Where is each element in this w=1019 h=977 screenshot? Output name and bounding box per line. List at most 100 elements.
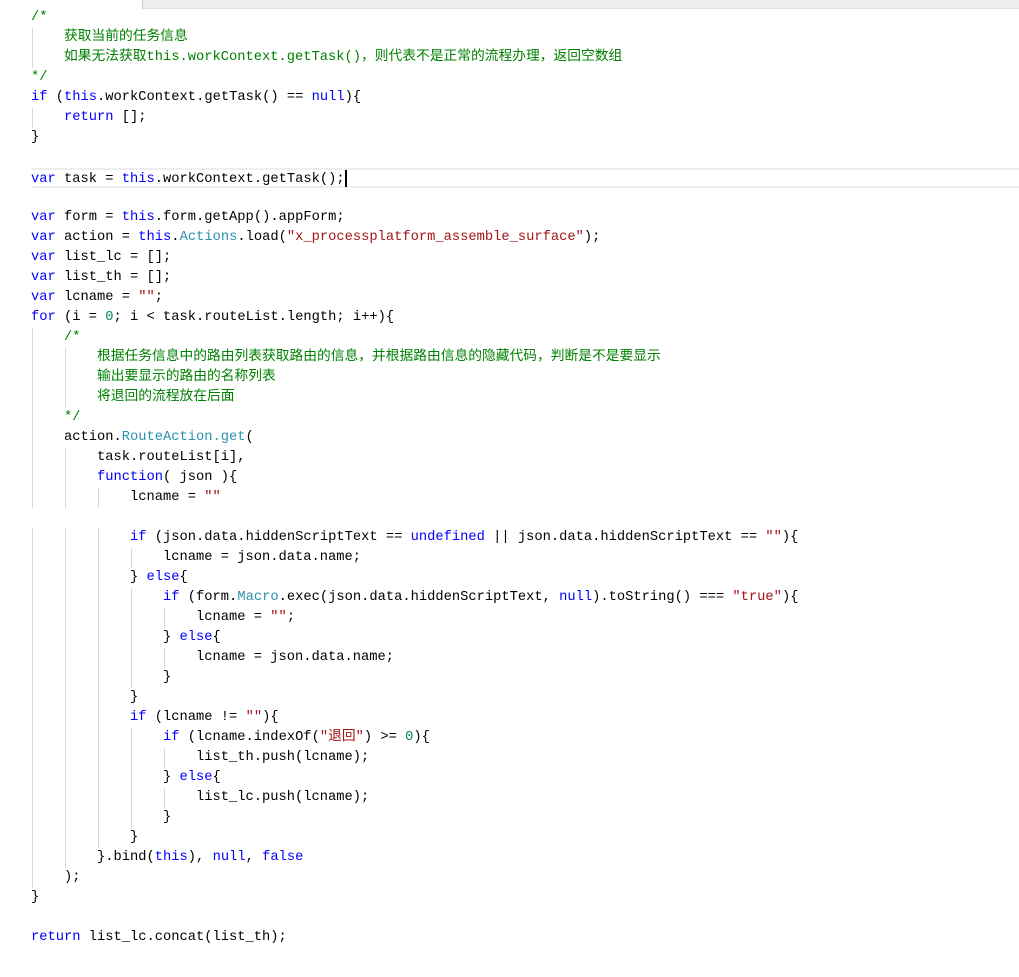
indent-guide <box>65 468 66 488</box>
indent-guide <box>164 788 165 808</box>
code-token: this <box>154 850 188 865</box>
code-line[interactable]: var form = this.form.getApp().appForm; <box>31 208 345 228</box>
code-token: list_lc.push(lcname); <box>31 790 370 805</box>
indent-guide <box>65 368 66 388</box>
indent-guide <box>98 768 99 788</box>
code-line[interactable]: 如果无法获取this.workContext.getTask()，则代表不是正常… <box>31 48 622 68</box>
code-token: */ <box>31 410 81 425</box>
code-line[interactable]: } else{ <box>31 568 188 588</box>
code-line[interactable]: var task = this.workContext.getTask(); <box>31 168 1019 188</box>
code-line[interactable]: */ <box>31 68 48 88</box>
code-token: 根据任务信息中的路由列表获取路由的信息，并根据路由信息的隐藏代码，判断是不是要显… <box>31 350 661 365</box>
indent-guide <box>98 648 99 668</box>
indent-guide <box>98 628 99 648</box>
code-token: "x_processplatform_assemble_surface" <box>286 230 584 245</box>
code-line[interactable]: } <box>31 888 39 908</box>
code-token: (i = <box>55 310 106 325</box>
code-line[interactable]: var action = this.Actions.load("x_proces… <box>31 228 600 248</box>
code-line[interactable]: } <box>31 688 138 708</box>
code-line[interactable]: list_th.push(lcname); <box>31 748 369 768</box>
code-token: if <box>130 710 147 725</box>
code-line[interactable]: if (lcname != ""){ <box>31 708 279 728</box>
code-line[interactable]: }.bind(this), null, false <box>31 848 303 868</box>
code-token: ){ <box>781 590 799 605</box>
indent-guide <box>131 648 132 668</box>
code-line[interactable]: return list_lc.concat(list_th); <box>31 928 287 948</box>
code-line[interactable]: ); <box>31 868 81 888</box>
code-line[interactable]: if (form.Macro.exec(json.data.hiddenScri… <box>31 588 798 608</box>
code-line[interactable]: lcname = "" <box>31 488 221 508</box>
code-line[interactable]: } <box>31 128 39 148</box>
indent-guide <box>65 848 66 868</box>
code-line[interactable]: 根据任务信息中的路由列表获取路由的信息，并根据路由信息的隐藏代码，判断是不是要显… <box>31 348 661 368</box>
code-token: lcname = json.data.name; <box>31 550 362 565</box>
indent-guide <box>65 488 66 508</box>
code-token: "" <box>138 290 155 305</box>
indent-guide <box>131 728 132 748</box>
text-cursor <box>344 170 347 187</box>
code-token: "退回" <box>319 730 364 745</box>
indent-guide <box>32 528 33 548</box>
indent-guide <box>65 748 66 768</box>
code-line[interactable]: var list_lc = []; <box>31 248 171 268</box>
code-line[interactable]: /* <box>31 8 48 28</box>
indent-guide <box>98 528 99 548</box>
code-line[interactable]: return []; <box>31 108 147 128</box>
code-line[interactable]: } else{ <box>31 628 221 648</box>
code-line[interactable]: if (json.data.hiddenScriptText == undefi… <box>31 528 798 548</box>
code-token: for <box>31 310 56 325</box>
code-line[interactable]: if (lcname.indexOf("退回") >= 0){ <box>31 728 430 748</box>
code-line[interactable]: function( json ){ <box>31 468 237 488</box>
code-line[interactable]: var list_th = []; <box>31 268 171 288</box>
indent-guide <box>32 628 33 648</box>
code-token: . <box>171 230 180 245</box>
code-token: var <box>31 250 56 265</box>
code-token: false <box>262 850 304 865</box>
code-token: } <box>31 810 172 825</box>
code-line[interactable]: lcname = ""; <box>31 608 295 628</box>
code-token: if <box>31 90 48 105</box>
code-editor[interactable]: /* 获取当前的任务信息 如果无法获取this.workContext.getT… <box>0 8 1019 977</box>
code-line[interactable]: 将退回的流程放在后面 <box>31 388 235 408</box>
code-line[interactable]: var lcname = ""; <box>31 288 163 308</box>
indent-guide <box>32 768 33 788</box>
code-line[interactable]: 获取当前的任务信息 <box>31 28 188 48</box>
code-line[interactable]: list_lc.push(lcname); <box>31 788 369 808</box>
code-line[interactable]: 输出要显示的路由的名称列表 <box>31 368 276 388</box>
code-line[interactable]: task.routeList[i], <box>31 448 246 468</box>
code-token: 获取当前的任务信息 <box>31 30 188 45</box>
code-token: task = <box>55 172 122 188</box>
code-line[interactable]: if (this.workContext.getTask() == null){ <box>31 88 361 108</box>
indent-guide <box>32 728 33 748</box>
code-line[interactable]: for (i = 0; i < task.routeList.length; i… <box>31 308 394 328</box>
code-token: ; <box>154 290 164 305</box>
indent-guide <box>65 448 66 468</box>
code-line[interactable]: lcname = json.data.name; <box>31 648 394 668</box>
indent-guide <box>131 808 132 828</box>
code-token: action. <box>31 430 122 445</box>
indent-guide <box>32 48 33 68</box>
code-token: lcname = json.data.name; <box>31 650 395 665</box>
code-token: action = <box>55 230 139 245</box>
code-token: if <box>163 590 180 605</box>
indent-guide <box>32 848 33 868</box>
code-line[interactable]: } else{ <box>31 768 221 788</box>
code-line[interactable]: action.RouteAction.get( <box>31 428 254 448</box>
code-line[interactable]: } <box>31 808 171 828</box>
code-token: RouteAction.get <box>121 430 246 445</box>
code-token: var <box>31 230 56 245</box>
code-token: } <box>31 770 180 785</box>
indent-guide <box>164 608 165 628</box>
code-token: .exec(json.data.hiddenScriptText, <box>278 590 560 605</box>
indent-guide <box>65 608 66 628</box>
code-line[interactable]: lcname = json.data.name; <box>31 548 361 568</box>
indent-guide <box>65 788 66 808</box>
code-line[interactable]: */ <box>31 408 81 428</box>
code-line[interactable]: } <box>31 828 138 848</box>
indent-guide <box>32 108 33 128</box>
code-token: ), <box>187 850 213 865</box>
code-line[interactable]: /* <box>31 328 81 348</box>
code-line[interactable]: } <box>31 668 171 688</box>
code-token: } <box>31 890 40 905</box>
